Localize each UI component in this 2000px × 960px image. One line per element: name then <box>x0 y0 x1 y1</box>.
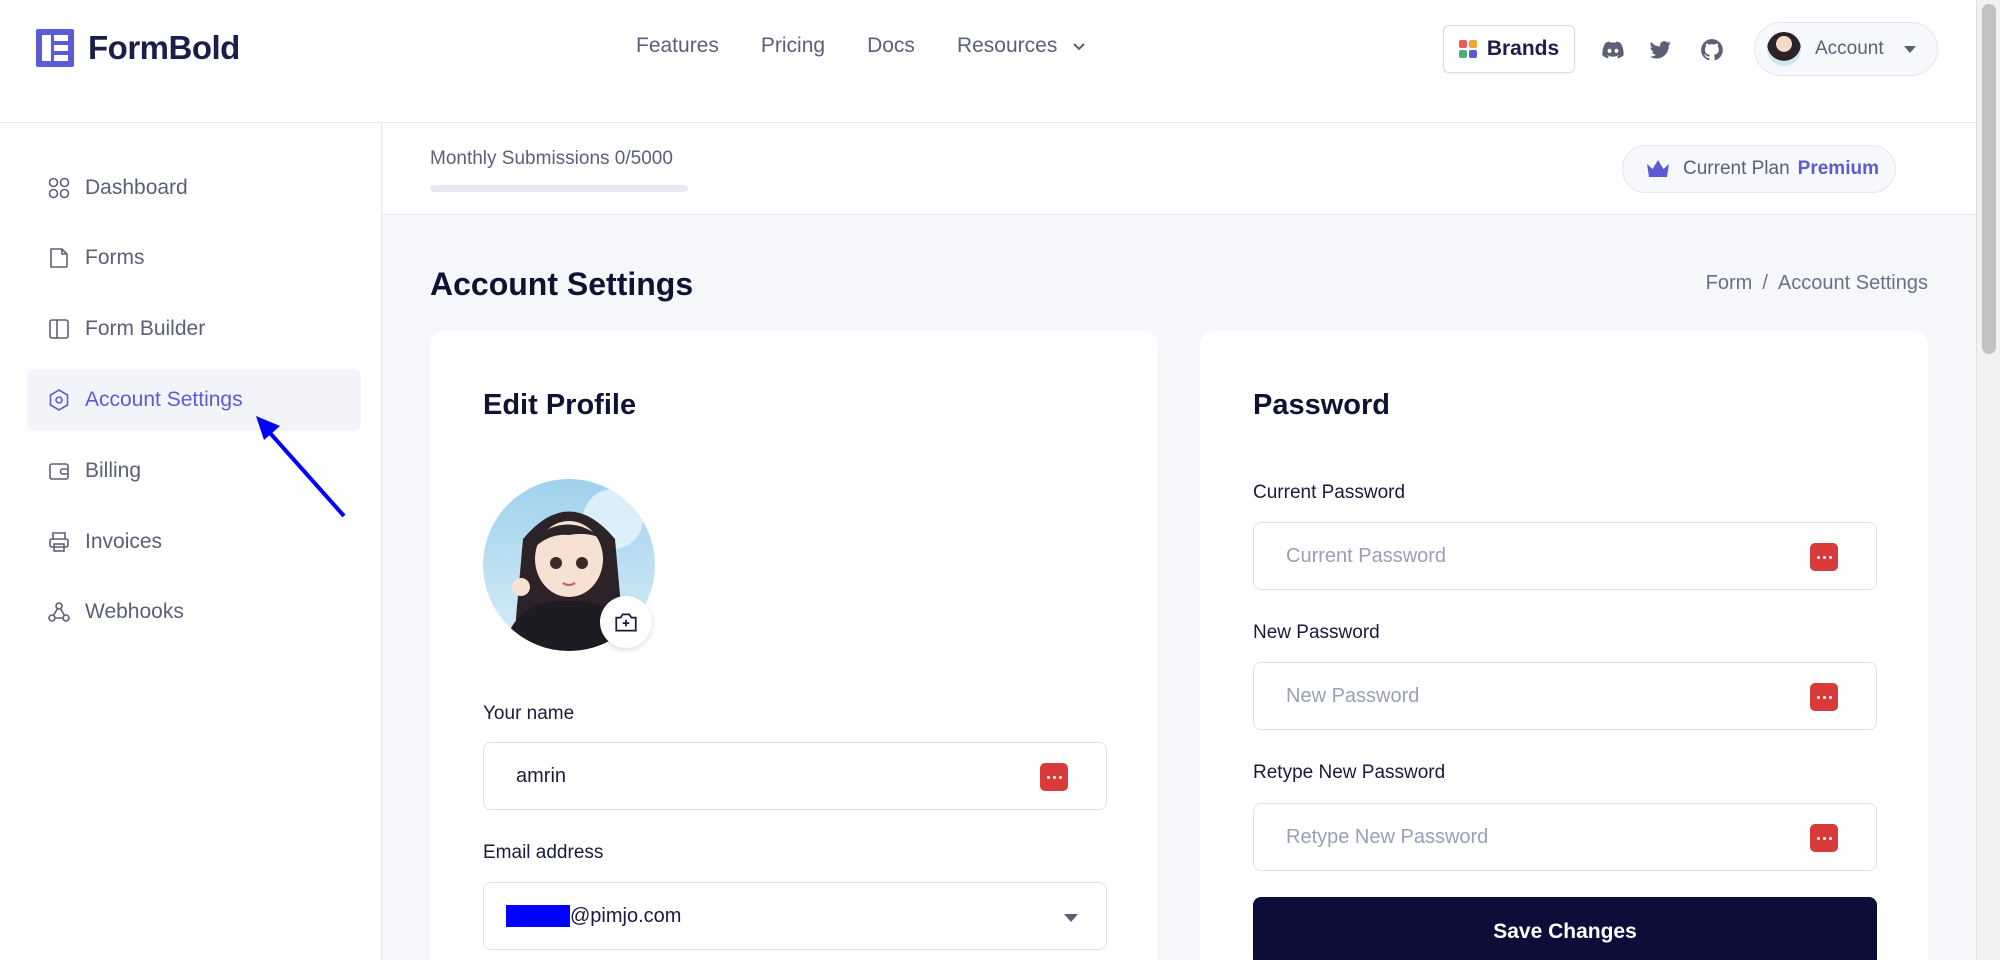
annotation-arrow <box>256 416 346 518</box>
brands-button[interactable]: Brands <box>1443 25 1575 73</box>
crown-icon <box>1647 160 1669 177</box>
main-nav: Features Pricing Docs Resources <box>636 34 1087 58</box>
retype-password-label: Retype New Password <box>1253 762 1446 783</box>
twitter-icon[interactable] <box>1647 37 1673 63</box>
nav-features[interactable]: Features <box>636 34 719 58</box>
nav-docs[interactable]: Docs <box>867 34 915 58</box>
sidebar-item-dashboard[interactable]: Dashboard <box>27 157 361 219</box>
sidebar-item-label: Webhooks <box>85 600 184 623</box>
password-manager-icon[interactable] <box>1040 763 1068 791</box>
current-password-label: Current Password <box>1253 482 1406 503</box>
layout-icon <box>49 319 69 339</box>
edit-profile-card: Edit Profile Your name amrin Email addre… <box>430 331 1158 960</box>
nav-resources-label: Resources <box>956 34 1058 57</box>
caret-down-icon <box>1903 45 1916 53</box>
breadcrumb-current: Account Settings <box>1777 272 1928 294</box>
edit-profile-heading: Edit Profile <box>483 389 637 421</box>
sidebar-item-label: Forms <box>85 246 145 269</box>
shield-icon <box>49 389 69 411</box>
logo-text: FormBold <box>88 29 240 66</box>
camera-plus-icon <box>615 613 637 632</box>
name-label: Your name <box>483 703 575 724</box>
logo[interactable]: FormBold <box>36 28 240 68</box>
name-field[interactable]: amrin <box>483 742 1107 810</box>
grid-icon <box>48 177 70 199</box>
sidebar-item-form-builder[interactable]: Form Builder <box>27 298 361 360</box>
webhook-icon <box>48 602 70 622</box>
password-manager-icon[interactable] <box>1810 824 1838 852</box>
password-manager-icon[interactable] <box>1810 543 1838 571</box>
scrollbar-thumb[interactable] <box>1982 4 1996 354</box>
account-menu-button[interactable]: Account <box>1754 22 1938 76</box>
caret-down-icon <box>1064 914 1078 922</box>
submissions-progress <box>430 185 688 192</box>
file-icon <box>50 248 68 268</box>
current-password-input[interactable]: Current Password <box>1253 522 1877 590</box>
breadcrumb-separator: / <box>1762 272 1768 294</box>
formbold-logo-icon <box>36 29 74 67</box>
discord-icon[interactable] <box>1600 37 1626 63</box>
account-label: Account <box>1815 38 1884 59</box>
password-manager-icon[interactable] <box>1810 683 1838 711</box>
email-label: Email address <box>483 842 604 863</box>
current-plan-badge[interactable]: Current Plan Premium <box>1622 145 1896 193</box>
breadcrumb-form[interactable]: Form <box>1706 272 1753 294</box>
brands-grid-icon <box>1458 40 1477 58</box>
new-password-input[interactable]: New Password <box>1253 662 1877 730</box>
change-photo-button[interactable] <box>600 596 652 648</box>
usage-bar: Monthly Submissions 0/5000 Current Plan … <box>383 123 1976 215</box>
chevron-down-icon <box>1073 43 1086 51</box>
sidebar-item-forms[interactable]: Forms <box>27 227 361 289</box>
printer-icon <box>49 532 69 552</box>
sidebar-item-label: Dashboard <box>85 176 188 199</box>
plan-value: Premium <box>1797 158 1879 179</box>
github-icon[interactable] <box>1699 37 1725 63</box>
nav-pricing[interactable]: Pricing <box>761 34 825 58</box>
wallet-icon <box>49 463 69 480</box>
nav-resources[interactable]: Resources <box>957 34 1087 58</box>
sidebar-item-label: Account Settings <box>85 388 243 411</box>
monthly-submissions: Monthly Submissions 0/5000 <box>430 148 673 169</box>
sidebar-item-webhooks[interactable]: Webhooks <box>27 581 361 643</box>
redacted-block <box>506 905 570 927</box>
plan-label: Current Plan <box>1683 158 1790 179</box>
email-field[interactable]: @pimjo.com <box>483 882 1107 950</box>
sidebar-item-label: Form Builder <box>85 317 206 340</box>
name-value: amrin <box>516 764 567 787</box>
new-password-placeholder: New Password <box>1286 684 1420 707</box>
current-password-placeholder: Current Password <box>1286 544 1447 567</box>
sidebar-item-label: Billing <box>85 459 142 482</box>
new-password-label: New Password <box>1253 622 1380 643</box>
brands-label: Brands <box>1486 37 1560 60</box>
top-header: FormBold Features Pricing Docs Resources… <box>0 0 1976 123</box>
save-changes-button[interactable]: Save Changes <box>1253 897 1877 960</box>
sidebar: Dashboard Forms Form Builder Account Set… <box>0 123 382 960</box>
breadcrumb: Form / Account Settings <box>1706 272 1928 295</box>
page-scrollbar[interactable] <box>1976 0 2000 960</box>
retype-password-input[interactable]: Retype New Password <box>1253 803 1877 871</box>
sidebar-item-label: Invoices <box>85 530 163 553</box>
page-title: Account Settings <box>430 266 694 302</box>
email-value: @pimjo.com <box>570 904 682 927</box>
password-card: Password Current Password Current Passwo… <box>1200 331 1928 960</box>
retype-password-placeholder: Retype New Password <box>1286 825 1489 848</box>
password-heading: Password <box>1253 389 1390 421</box>
avatar <box>1767 32 1801 66</box>
